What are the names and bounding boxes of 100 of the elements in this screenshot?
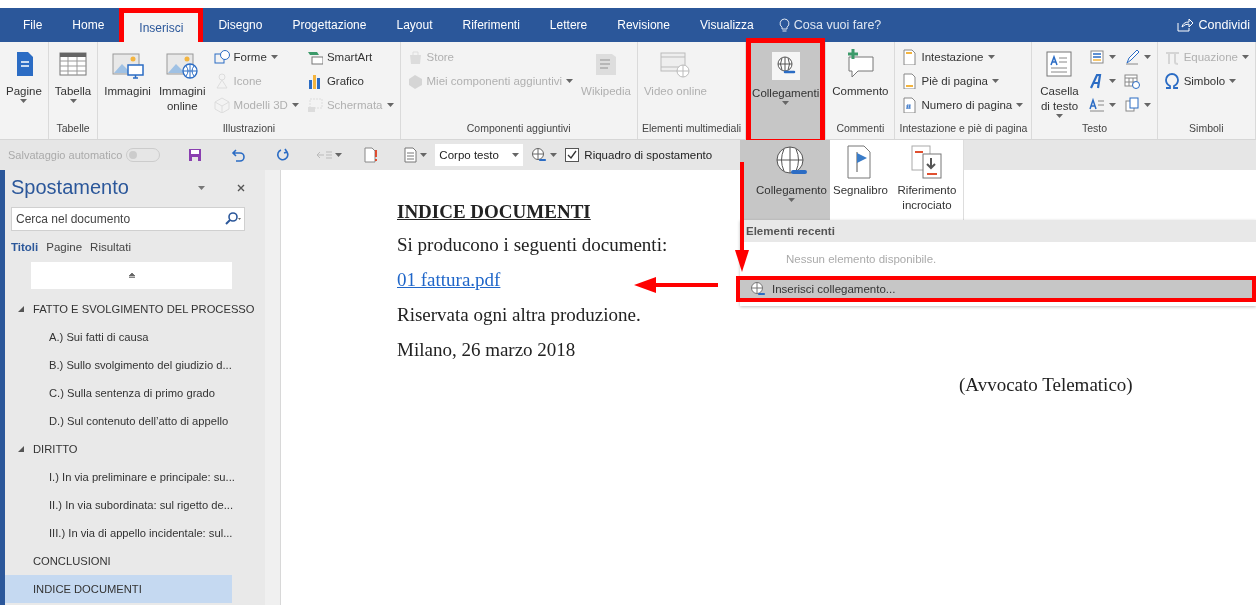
empty-message: Nessun elemento disponibile. [786,253,937,265]
ribbon-button[interactable]: Pagine [4,46,44,105]
caret-icon [270,55,278,59]
cross-reference-icon [908,144,945,180]
globe-link-icon [750,281,766,297]
ribbon-button[interactable]: Grafico [304,70,396,92]
ribbon-tab[interactable]: Home [57,8,120,42]
group-label: Elementi multimediali [641,122,742,134]
caret-icon [788,198,795,202]
check-icon [567,150,578,160]
pane-tab[interactable]: Risultati [90,239,137,255]
checkbox[interactable] [565,148,580,162]
signature-text: (Avvocato Telematico) [959,373,1133,396]
caret-icon [1143,55,1151,59]
heading-item[interactable]: A.) Sui fatti di causa [5,323,265,351]
pane-tab[interactable]: Titoli [11,239,45,255]
heading-item[interactable]: DIRITTO [5,435,265,463]
heading-item[interactable]: FATTO E SVOLGIMENTO DEL PROCESSO [5,295,265,323]
menu-item[interactable]: Inserisci collegamento... [736,276,1256,302]
caret-icon [1108,103,1116,107]
ribbon-button[interactable]: Immagini [102,46,153,101]
document-icon[interactable] [404,147,418,163]
ribbon-button[interactable]: Intestazione [899,46,1026,68]
paragraph: Riservata ogni altra produzione. [397,303,641,326]
document-warning-icon[interactable] [364,147,379,163]
expand-icon[interactable] [17,305,25,313]
group-label: Componenti aggiuntivi [466,122,571,134]
ribbon-tab[interactable]: Visualizza [684,8,769,42]
share-button[interactable]: Condividi [1161,8,1256,42]
heading-item[interactable]: CONCLUSIONI [5,547,265,575]
smartart-icon [306,49,323,65]
ribbon-tab[interactable]: Revisione [602,8,685,42]
save-icon[interactable] [188,148,203,162]
style-dropdown[interactable]: Corpo testo [435,144,524,166]
search-icon[interactable] [225,212,241,226]
heading-item[interactable]: C.) Sulla sentenza di primo grado [5,379,265,407]
share-icon [1176,18,1193,32]
paragraph: Si producono i seguenti documenti: [397,233,668,256]
caret-icon [335,153,343,157]
caret-icon [1108,55,1116,59]
ribbon-tab[interactable]: Disegno [203,8,278,42]
pane-tab[interactable]: Pagine [46,239,89,255]
gallery-button[interactable]: Segnalibro [829,140,891,220]
globe-link-icon[interactable] [531,147,548,163]
caret-icon [992,79,999,83]
ribbon-button[interactable]: Tabella [52,46,94,105]
ribbon-button[interactable]: Simbolo [1161,70,1251,92]
ribbon-tab[interactable]: Lettere [534,8,603,42]
gallery-button[interactable]: Collegamento [740,140,830,220]
collapse-up-icon [128,273,135,278]
group-label: Commenti [836,122,885,134]
globe-link-icon [769,50,802,82]
pane-title: Spostamento [11,176,130,199]
heading-item[interactable]: D.) Sul contenuto dell’atto di appello [5,407,265,435]
heading-item[interactable]: II.) In via subordinata: sul rigetto de... [5,491,265,519]
group-label: Intestazione e piè di pagina [899,122,1028,134]
caret-icon [1229,79,1237,83]
autosave-label: Salvataggio automatico [8,149,123,161]
caret-icon [20,99,28,103]
redo-icon[interactable] [276,148,291,162]
ribbon-button[interactable]: Piè di pagina [899,70,1026,92]
gallery-button[interactable]: Riferimento incrociato [890,140,963,220]
shapes-icon [213,49,230,65]
ribbon-button[interactable]: Immagini online [156,46,208,116]
close-icon[interactable] [237,183,245,192]
document-heading: INDICE DOCUMENTI [397,200,591,223]
lines-icon [1088,49,1105,65]
ribbon-button[interactable]: Casella di testo [1036,46,1083,120]
ribbon-button[interactable]: Forme [211,46,301,68]
section-header: Elementi recenti [746,225,835,237]
heading-item[interactable]: INDICE DOCUMENTI [5,575,232,603]
caret-icon [1016,103,1024,107]
ribbon-button[interactable]: Numero di pagina [899,94,1026,116]
ribbon-button[interactable]: Commento [830,46,891,101]
ribbon-tab[interactable]: Riferimenti [447,8,535,42]
caret-icon [1108,79,1116,83]
caret-icon [987,55,995,59]
ribbon-button[interactable]: SmartArt [304,46,396,68]
hyperlink[interactable]: 01 fattura.pdf [397,268,501,291]
expand-icon[interactable] [17,445,25,453]
caret-icon [512,153,520,157]
ribbon-tab[interactable]: File [8,8,58,42]
caret-icon [291,103,299,107]
caret-icon [566,79,574,83]
heading-item[interactable]: B.) Sullo svolgimento del giudizio d... [5,351,265,379]
caret-icon[interactable] [198,185,205,190]
heading-item[interactable]: I.) In via preliminare e principale: su... [5,463,265,491]
caret-icon [69,99,77,103]
caret-icon [1143,103,1151,107]
undo-icon[interactable] [230,148,247,162]
heading-item[interactable]: III.) In via di appello incidentale: sul... [5,519,265,547]
page-number-icon [901,97,918,113]
search-field[interactable]: Cerca nel documento [11,207,245,231]
ribbon-tab[interactable]: Layout [381,8,448,42]
tell-me-field[interactable]: Cosa vuoi fare? [793,18,882,32]
ribbon-tab[interactable]: Progettazione [277,8,382,42]
ribbon-tab[interactable]: Inserisci [119,8,204,42]
pen-icon [1123,49,1140,65]
lightbulb-icon [778,17,790,33]
pi-icon [1163,49,1180,65]
